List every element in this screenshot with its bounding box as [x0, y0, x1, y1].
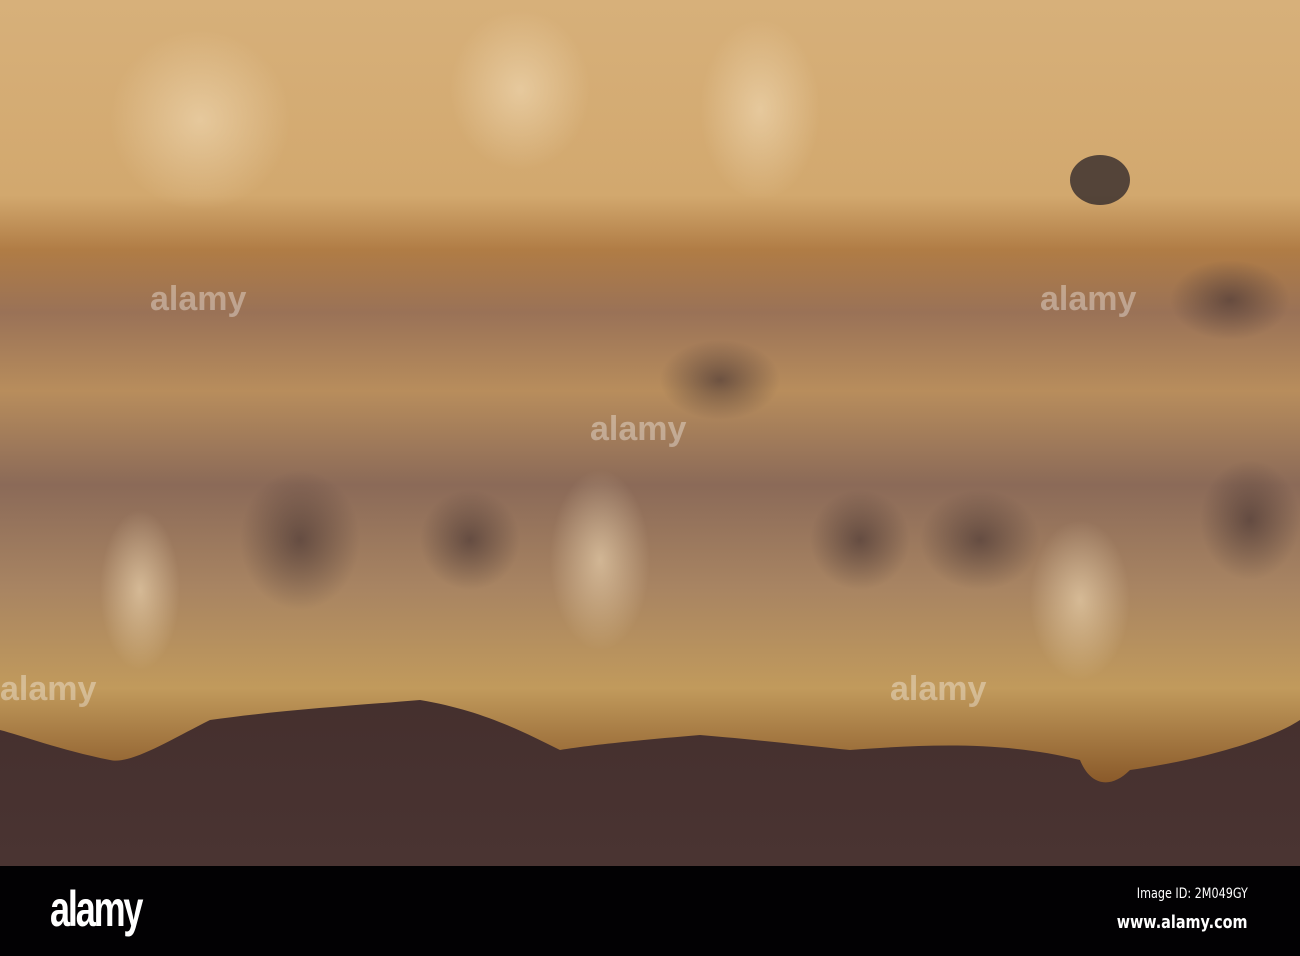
footer-bar: alamy Image ID: 2M049GY www.alamy.com [0, 866, 1300, 956]
site-url: www.alamy.com [1117, 912, 1248, 933]
alamy-logo: alamy [50, 881, 143, 937]
svg-text:alamy: alamy [890, 670, 986, 708]
image-id: Image ID: 2M049GY [1136, 886, 1248, 902]
svg-text:alamy: alamy [150, 280, 246, 318]
svg-text:alamy: alamy [0, 670, 96, 708]
svg-text:alamy: alamy [590, 410, 686, 448]
mineral-photo: alamy alamy alamy alamy alamy [0, 0, 1300, 866]
svg-text:alamy: alamy [1040, 280, 1136, 318]
